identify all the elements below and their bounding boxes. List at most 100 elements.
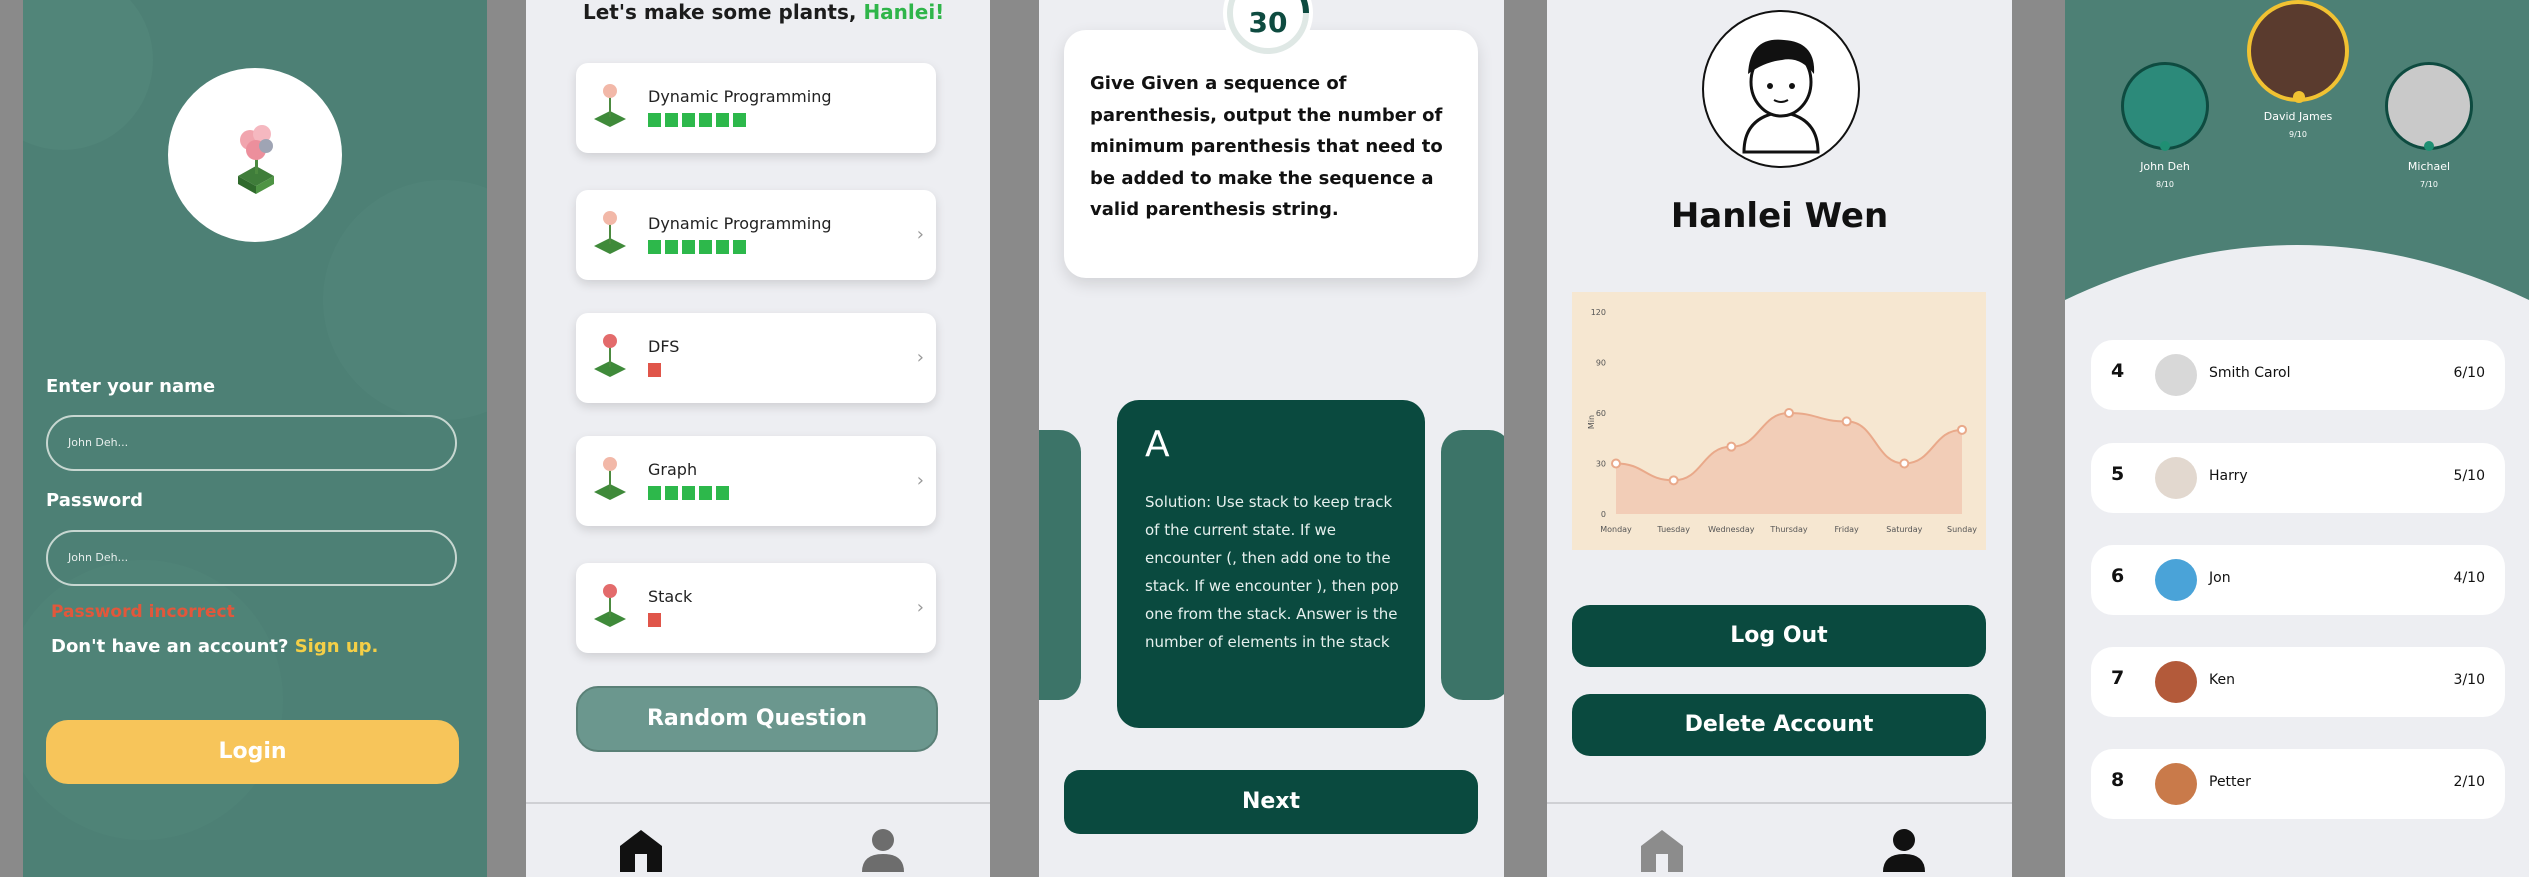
leaderboard-row[interactable]: 7 Ken 3/10 [2091, 647, 2505, 717]
rank-number: 6 [2111, 565, 2125, 587]
rank-dot-2 [2160, 141, 2170, 151]
name-label: Enter your name [46, 376, 216, 397]
x-tick-label: Thursday [1769, 525, 1807, 534]
avatar [1702, 10, 1860, 168]
avatar [2155, 763, 2197, 805]
next-answer-card[interactable] [1441, 430, 1504, 700]
y-tick-label: 90 [1596, 359, 1606, 368]
progress-square [682, 240, 695, 254]
question-text: Give Given a sequence of parenthesis, ou… [1090, 73, 1443, 220]
profile-icon[interactable] [1881, 826, 1927, 872]
answer-card[interactable]: A Solution: Use stack to keep track of t… [1117, 400, 1425, 728]
greeting-text: Let's make some plants, [583, 0, 857, 24]
chart-point [1668, 475, 1679, 486]
progress-square [699, 486, 712, 500]
password-input[interactable]: John Deh... [46, 530, 457, 586]
player-score: 4/10 [2453, 570, 2485, 586]
leaderboard-row[interactable]: 6 Jon 4/10 [2091, 545, 2505, 615]
y-tick-label: 30 [1596, 460, 1606, 469]
plant-icon [594, 457, 626, 500]
password-label: Password [46, 490, 144, 511]
profile-icon[interactable] [860, 826, 906, 872]
delete-account-button[interactable]: Delete Account [1572, 694, 1986, 756]
rank-number: 4 [2111, 360, 2125, 382]
player-name: Petter [2209, 774, 2251, 790]
rank-dot-3 [2424, 141, 2434, 151]
plant-icon [594, 84, 626, 127]
topic-card[interactable]: Graph › [576, 436, 936, 526]
player-name: Ken [2209, 672, 2235, 688]
podium-avatar-3[interactable] [2385, 62, 2473, 150]
signup-row: Don't have an account? Sign up. [51, 636, 378, 657]
chart-svg: 0 30 60 90 120 Min Monday Tuesday Wednesday Thurs… [1587, 308, 1977, 534]
previous-answer-card[interactable] [1039, 430, 1081, 700]
topic-card[interactable]: Stack › [576, 563, 936, 653]
home-icon[interactable] [1639, 828, 1685, 872]
timer-value: 30 [1248, 6, 1288, 39]
progress-square [648, 613, 661, 627]
plant-icon [594, 584, 626, 627]
progress-square [716, 113, 729, 127]
next-button[interactable]: Next [1064, 770, 1478, 834]
weekly-chart: 0 30 60 90 120 Min Monday Tuesday Wednesday Thurs… [1572, 292, 1986, 550]
tab-bar [526, 802, 990, 877]
progress-square [648, 240, 661, 254]
chart-point [1899, 458, 1910, 469]
podium-score-1: 9/10 [2289, 130, 2307, 139]
progress-square [665, 486, 678, 500]
chevron-right-icon: › [916, 347, 924, 368]
topic-name: Dynamic Programming [648, 87, 832, 106]
leaderboard-row[interactable]: 8 Petter 2/10 [2091, 749, 2505, 819]
topic-card[interactable]: DFS › [576, 313, 936, 403]
rank-number: 5 [2111, 463, 2125, 485]
leaderboard-row[interactable]: 4 Smith Carol 6/10 [2091, 340, 2505, 410]
logout-button[interactable]: Log Out [1572, 605, 1986, 667]
x-tick-label: Friday [1835, 525, 1860, 534]
podium-avatar-2[interactable] [2121, 62, 2209, 150]
progress-square [665, 240, 678, 254]
topic-name: Dynamic Programming [648, 214, 832, 233]
avatar [2155, 354, 2197, 396]
x-tick-label: Sunday [1947, 525, 1977, 534]
progress-square [648, 113, 661, 127]
progress-square [665, 113, 678, 127]
topic-name: Stack [648, 587, 693, 606]
topic-card[interactable]: Dynamic Programming [576, 63, 936, 153]
plant-icon [594, 334, 626, 377]
leaderboard-screen: John Deh 8/10 David James 9/10 Michael 7… [2065, 0, 2529, 877]
chevron-right-icon: › [916, 224, 924, 245]
player-score: 3/10 [2453, 672, 2485, 688]
leaderboard-row[interactable]: 5 Harry 5/10 [2091, 443, 2505, 513]
plant-icon [594, 211, 626, 254]
podium-avatar-1[interactable] [2247, 0, 2349, 102]
name-input[interactable]: John Deh... [46, 415, 457, 471]
player-score: 6/10 [2453, 365, 2485, 381]
chevron-right-icon: › [916, 597, 924, 618]
progress-square [648, 363, 661, 377]
player-name: Harry [2209, 468, 2248, 484]
password-error: Password incorrect [51, 602, 235, 622]
greeting-username: Hanlei! [863, 0, 945, 24]
progress-bar [648, 613, 661, 627]
avatar [2155, 559, 2197, 601]
profile-screen: Hanlei Wen 0 30 60 90 120 Min Monday Tuesday Wed… [1547, 0, 2012, 877]
player-name: Jon [2209, 570, 2231, 586]
podium-name-2: John Deh [2140, 160, 2190, 173]
progress-square [682, 113, 695, 127]
home-icon[interactable] [618, 828, 664, 872]
login-button[interactable]: Login [46, 720, 459, 784]
signup-link[interactable]: Sign up. [295, 636, 379, 657]
app-logo [168, 68, 342, 242]
flower-icon [238, 125, 274, 194]
random-question-button[interactable]: Random Question [576, 686, 938, 752]
progress-bar [648, 363, 661, 377]
answer-text: Solution: Use stack to keep track of the… [1145, 493, 1399, 651]
chart-point [1957, 424, 1967, 435]
chevron-right-icon: › [916, 470, 924, 491]
progress-square [733, 240, 746, 254]
topic-name: DFS [648, 337, 680, 356]
progress-bar [648, 240, 746, 254]
topic-card[interactable]: Dynamic Programming › [576, 190, 936, 280]
greeting: Let's make some plants, Hanlei! [583, 0, 944, 24]
chart-point [1841, 416, 1852, 427]
